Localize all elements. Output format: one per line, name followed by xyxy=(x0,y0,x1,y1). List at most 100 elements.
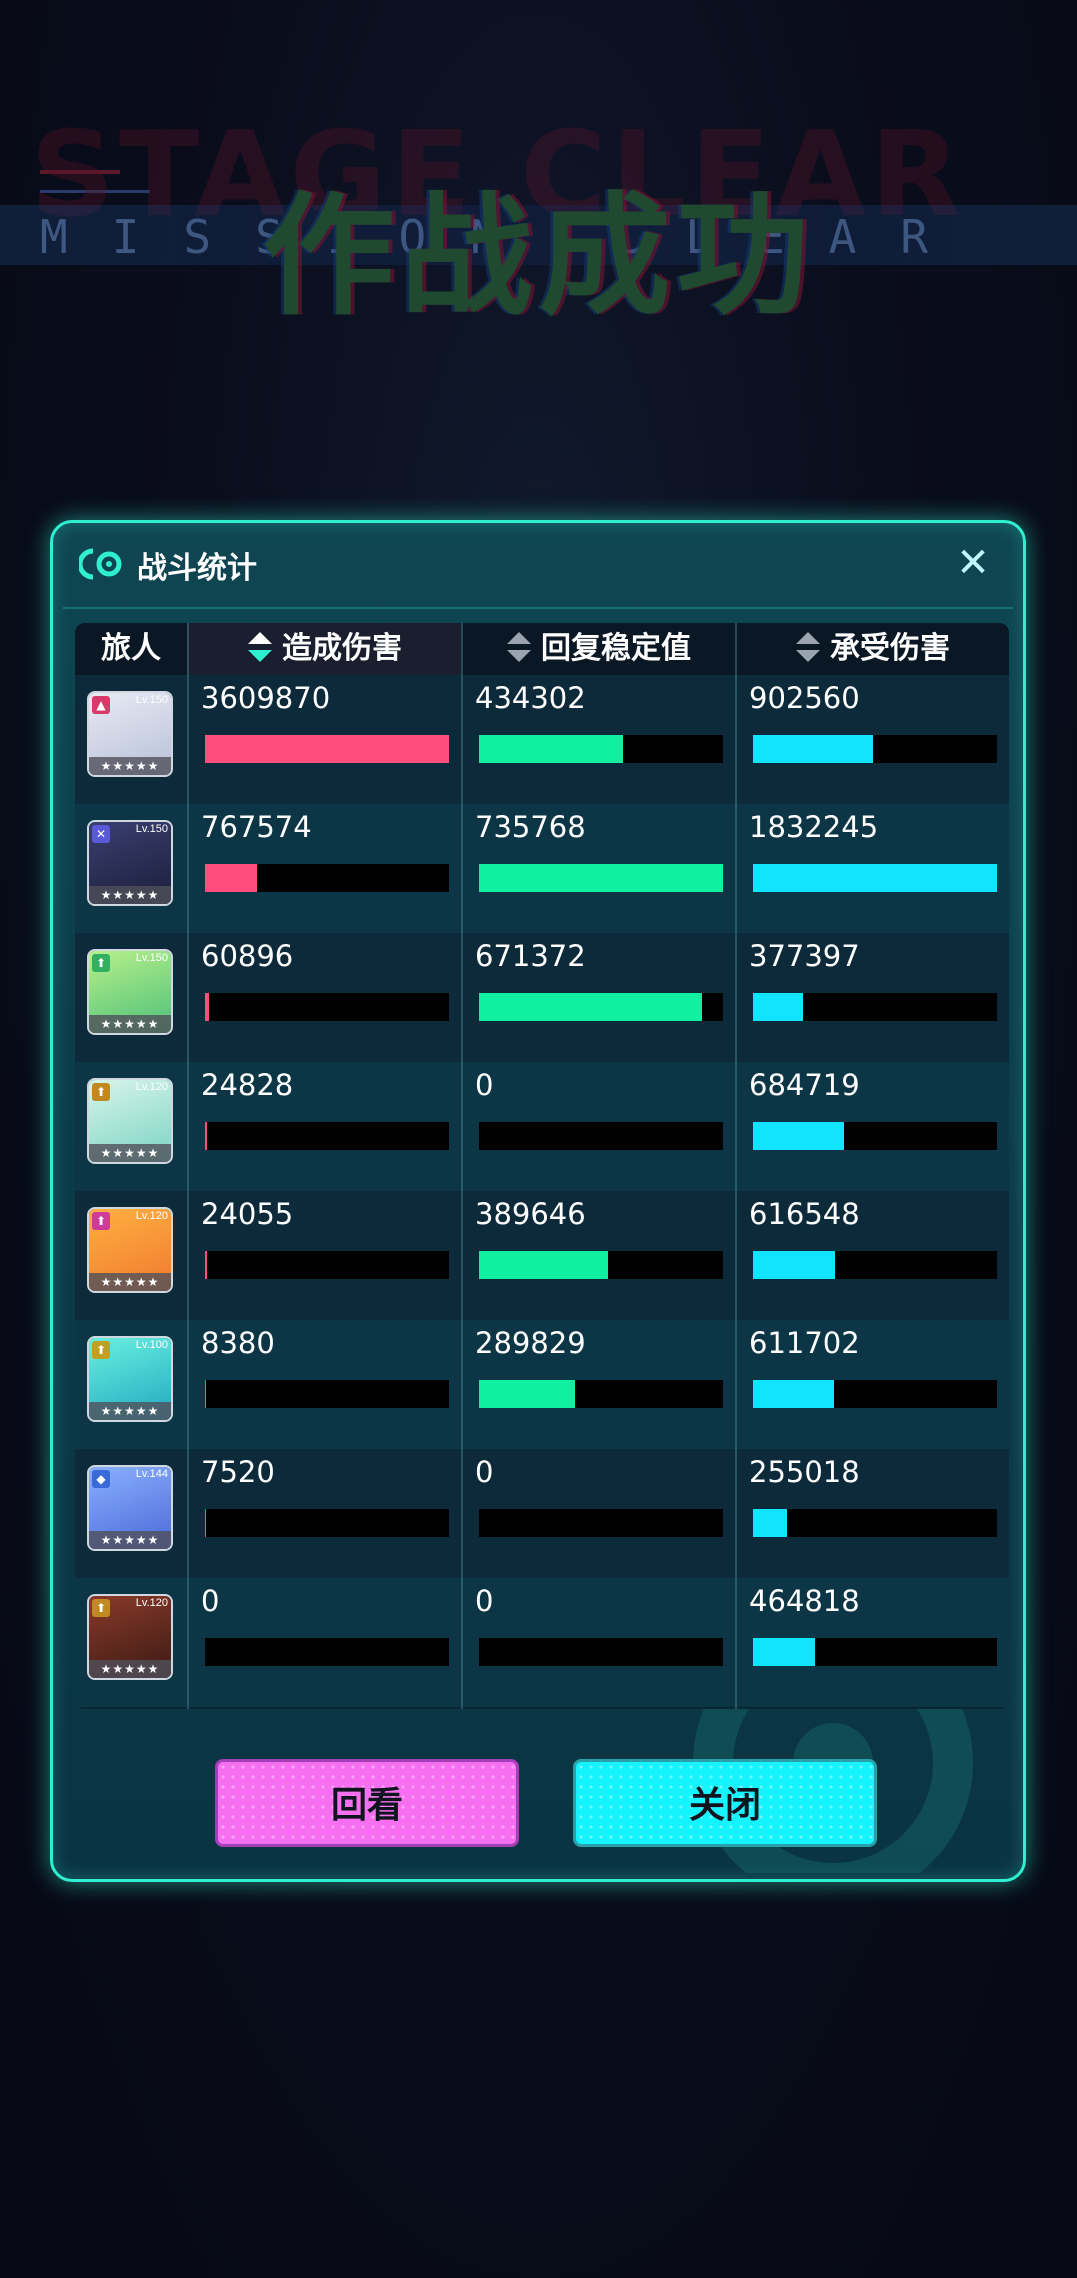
stat-bar xyxy=(753,1122,997,1150)
stat-cell-damage-taken: 684719 xyxy=(735,1062,1009,1191)
column-header-healing[interactable]: 回复稳定值 xyxy=(461,623,735,675)
stat-cell-damage-dealt: 60896 xyxy=(187,933,461,1062)
stat-value: 377397 xyxy=(749,939,860,973)
stat-bar-fill xyxy=(479,1380,576,1408)
avatar[interactable]: ✕ Lv.150 ★★★★★ xyxy=(87,820,173,906)
stat-bar xyxy=(205,864,449,892)
star-rating-icon: ★★★★★ xyxy=(89,757,171,775)
stat-cell-healing: 735768 xyxy=(461,804,735,933)
close-button[interactable]: 关闭 xyxy=(573,1759,877,1847)
stat-cell-damage-taken: 616548 xyxy=(735,1191,1009,1320)
table-header: 旅人 造成伤害 回复稳定值 承受伤害 xyxy=(75,623,1009,675)
stat-value: 735768 xyxy=(475,810,586,844)
stat-bar xyxy=(753,1380,997,1408)
stat-bar-fill xyxy=(753,1251,836,1279)
stat-value: 0 xyxy=(475,1584,494,1618)
divider xyxy=(63,607,1013,609)
avatar[interactable]: ⬆ Lv.120 ★★★★★ xyxy=(87,1207,173,1293)
role-icon: ◆ xyxy=(92,1470,110,1488)
stat-cell-damage-dealt: 0 xyxy=(187,1578,461,1707)
role-icon: ✕ xyxy=(92,825,110,843)
avatar[interactable]: ⬆ Lv.120 ★★★★★ xyxy=(87,1594,173,1680)
stat-value: 671372 xyxy=(475,939,586,973)
stat-bar xyxy=(753,1509,997,1537)
panel-header: 战斗统计 ✕ xyxy=(53,523,1023,609)
stat-value: 611702 xyxy=(749,1326,860,1360)
replay-button[interactable]: 回看 xyxy=(215,1759,519,1847)
star-rating-icon: ★★★★★ xyxy=(89,886,171,904)
table-row: ⬆ Lv.120 ★★★★★ 0 0 464818 xyxy=(75,1578,1009,1707)
level-label: Lv.120 xyxy=(135,1597,168,1609)
stat-cell-damage-dealt: 24828 xyxy=(187,1062,461,1191)
stat-value: 255018 xyxy=(749,1455,860,1489)
stat-value: 0 xyxy=(475,1068,494,1102)
table-row: ⬆ Lv.100 ★★★★★ 8380 289829 611702 xyxy=(75,1320,1009,1449)
stat-value: 60896 xyxy=(201,939,294,973)
avatar[interactable]: ⬆ Lv.100 ★★★★★ xyxy=(87,1336,173,1422)
stat-value: 3609870 xyxy=(201,681,331,715)
column-header-label: 承受伤害 xyxy=(830,631,950,666)
stat-cell-damage-dealt: 24055 xyxy=(187,1191,461,1320)
stat-value: 24828 xyxy=(201,1068,294,1102)
stat-bar-fill xyxy=(479,864,723,892)
avatar[interactable]: ⬆ Lv.150 ★★★★★ xyxy=(87,949,173,1035)
avatar[interactable]: ▲ Lv.150 ★★★★★ xyxy=(87,691,173,777)
stats-table: 旅人 造成伤害 回复稳定值 承受伤害 ▲ Lv.150 ★★★★★ 360987… xyxy=(75,623,1009,1709)
stat-cell-healing: 389646 xyxy=(461,1191,735,1320)
battle-stats-panel: 战斗统计 ✕ 旅人 造成伤害 回复稳定值 承受伤害 ▲ Lv.150 ★★★★★… xyxy=(50,520,1026,1882)
game-logo-icon xyxy=(79,548,122,580)
star-rating-icon: ★★★★★ xyxy=(89,1402,171,1420)
stat-bar xyxy=(753,735,997,763)
stat-bar xyxy=(479,735,723,763)
column-header-damage-taken[interactable]: 承受伤害 xyxy=(735,623,1009,675)
role-icon: ▲ xyxy=(92,696,110,714)
level-label: Lv.144 xyxy=(135,1468,168,1480)
stat-bar xyxy=(205,735,449,763)
avatar[interactable]: ⬆ Lv.120 ★★★★★ xyxy=(87,1078,173,1164)
close-icon[interactable]: ✕ xyxy=(951,541,995,585)
level-label: Lv.120 xyxy=(135,1210,168,1222)
banner-title: 作战成功 xyxy=(262,180,815,334)
victory-banner: STAGE CLEAR MISSION CLEAR 作战成功 xyxy=(0,90,1077,334)
stat-bar xyxy=(205,1380,449,1408)
avatar[interactable]: ◆ Lv.144 ★★★★★ xyxy=(87,1465,173,1551)
stat-bar-fill xyxy=(479,1251,609,1279)
stat-bar xyxy=(205,1122,449,1150)
stat-bar xyxy=(205,1638,449,1666)
stat-cell-damage-dealt: 767574 xyxy=(187,804,461,933)
stat-cell-damage-dealt: 8380 xyxy=(187,1320,461,1449)
stat-bar-fill xyxy=(753,864,997,892)
stat-bar xyxy=(479,1122,723,1150)
stat-cell-damage-taken: 377397 xyxy=(735,933,1009,1062)
stat-bar-fill xyxy=(205,1509,206,1537)
stat-bar-fill xyxy=(205,1251,207,1279)
stat-cell-damage-dealt: 7520 xyxy=(187,1449,461,1578)
stat-bar xyxy=(753,1251,997,1279)
stat-bar xyxy=(205,1251,449,1279)
table-row: ◆ Lv.144 ★★★★★ 7520 0 255018 xyxy=(75,1449,1009,1578)
stat-bar-fill xyxy=(205,864,257,892)
stat-bar xyxy=(205,993,449,1021)
stat-cell-healing: 0 xyxy=(461,1449,735,1578)
sort-icon xyxy=(507,631,531,662)
star-rating-icon: ★★★★★ xyxy=(89,1015,171,1033)
star-rating-icon: ★★★★★ xyxy=(89,1660,171,1678)
level-label: Lv.150 xyxy=(135,694,168,706)
stat-cell-healing: 671372 xyxy=(461,933,735,1062)
stat-bar xyxy=(753,1638,997,1666)
stat-bar-fill xyxy=(479,993,702,1021)
stat-bar-fill xyxy=(205,1380,206,1408)
stat-value: 7520 xyxy=(201,1455,275,1489)
stat-bar-fill xyxy=(753,1122,845,1150)
stat-bar-fill xyxy=(753,1509,787,1537)
stat-bar-fill xyxy=(479,735,624,763)
stat-cell-healing: 434302 xyxy=(461,675,735,804)
star-rating-icon: ★★★★★ xyxy=(89,1273,171,1291)
column-header-label: 造成伤害 xyxy=(282,631,402,666)
stat-value: 616548 xyxy=(749,1197,860,1231)
stat-cell-damage-taken: 611702 xyxy=(735,1320,1009,1449)
stat-value: 902560 xyxy=(749,681,860,715)
column-header-damage-dealt[interactable]: 造成伤害 xyxy=(187,623,461,675)
stat-bar xyxy=(479,1380,723,1408)
table-row: ✕ Lv.150 ★★★★★ 767574 735768 1832245 xyxy=(75,804,1009,933)
